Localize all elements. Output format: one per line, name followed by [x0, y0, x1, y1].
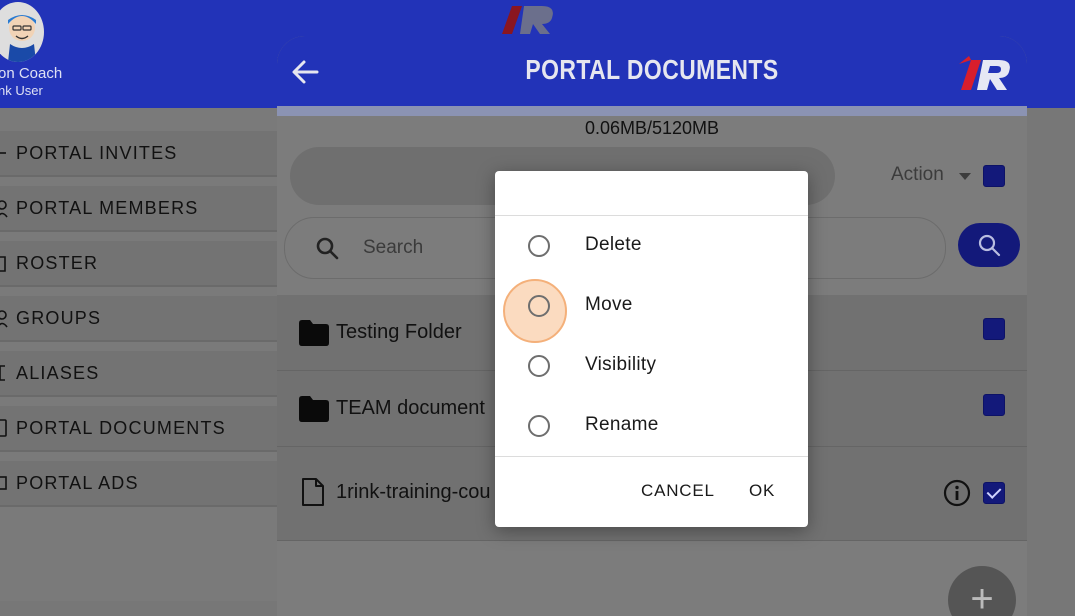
caret-down-icon[interactable]	[959, 173, 971, 180]
document-icon	[0, 419, 7, 437]
sidebar-item-label: ROSTER	[16, 252, 99, 273]
list-item-label: 1rink-training-cou	[336, 481, 491, 503]
option-label: Move	[585, 294, 633, 315]
option-visibility[interactable]: Visibility	[495, 343, 808, 393]
sidebar-item-label: PORTAL DOCUMENTS	[16, 417, 226, 438]
sidebar-item-portal-members[interactable]: PORTAL MEMBERS	[0, 186, 277, 232]
sidebar-item-portal-invites[interactable]: PORTAL INVITES	[0, 131, 277, 177]
person-icon	[0, 200, 8, 218]
option-move[interactable]: Move	[495, 279, 808, 343]
sidebar-item-roster[interactable]: ROSTER	[0, 241, 277, 287]
row-checkbox-checked[interactable]	[983, 482, 1005, 504]
page-title: PORTAL DOCUMENTS	[525, 54, 779, 85]
radio-button[interactable]	[528, 415, 550, 437]
radio-button[interactable]	[528, 295, 550, 317]
sidebar-item-aliases[interactable]: ALIASES	[0, 351, 277, 397]
row-checkbox[interactable]	[983, 394, 1005, 416]
option-rename[interactable]: Rename	[495, 403, 808, 453]
sidebar-item-label: PORTAL ADS	[16, 472, 139, 493]
sidebar-item-label: PORTAL MEMBERS	[16, 197, 199, 218]
group-icon	[0, 310, 8, 328]
invite-icon	[0, 152, 6, 154]
search-icon	[978, 234, 1001, 257]
select-all-checkbox[interactable]	[983, 165, 1005, 187]
search-button[interactable]	[958, 223, 1020, 267]
user-name: on Coach	[0, 65, 63, 82]
info-icon[interactable]	[943, 479, 971, 507]
sheet-header: PORTAL DOCUMENTS	[277, 36, 1027, 106]
divider	[495, 215, 808, 216]
option-delete[interactable]: Delete	[495, 223, 808, 273]
storage-usage: 0.06MB/5120MB	[584, 118, 720, 138]
back-arrow-icon[interactable]	[291, 58, 319, 86]
radio-button[interactable]	[528, 235, 550, 257]
add-button[interactable]: +	[948, 566, 1016, 616]
sidebar-item-label: GROUPS	[16, 307, 102, 328]
sidebar-item-label: PORTAL INVITES	[16, 142, 178, 163]
sidebar-item-portal-ads[interactable]: PORTAL ADS	[0, 461, 277, 507]
sidebar-item-portal-documents[interactable]: PORTAL DOCUMENTS	[0, 406, 277, 452]
folder-icon	[299, 320, 329, 346]
sidebar-item-groups[interactable]: GROUPS	[0, 296, 277, 342]
roster-icon	[0, 256, 6, 272]
list-item-label: Testing Folder	[336, 321, 462, 343]
file-icon	[302, 478, 324, 506]
app-logo	[502, 6, 553, 34]
alias-icon	[0, 365, 5, 381]
folder-icon	[299, 396, 329, 422]
user-role: nk User	[0, 83, 43, 98]
avatar[interactable]	[0, 2, 44, 62]
sidebar: PORTAL INVITES PORTAL MEMBERS ROSTER GRO…	[0, 108, 277, 601]
row-checkbox[interactable]	[983, 318, 1005, 340]
search-icon	[316, 237, 339, 260]
ads-icon	[0, 476, 7, 490]
action-dropdown[interactable]: Action	[891, 164, 944, 186]
list-item-label: TEAM document	[336, 397, 485, 419]
brand-logo	[959, 56, 1010, 90]
cancel-button[interactable]: CANCEL	[641, 481, 715, 501]
header-divider	[277, 106, 1027, 116]
radio-button[interactable]	[528, 355, 550, 377]
divider	[495, 456, 808, 457]
option-label: Delete	[585, 234, 642, 255]
option-label: Rename	[585, 414, 659, 435]
action-dialog: Delete Move Visibility Rename CANCEL OK	[495, 171, 808, 527]
ok-button[interactable]: OK	[749, 481, 775, 501]
sidebar-item-label: ALIASES	[16, 362, 100, 383]
option-label: Visibility	[585, 354, 657, 375]
